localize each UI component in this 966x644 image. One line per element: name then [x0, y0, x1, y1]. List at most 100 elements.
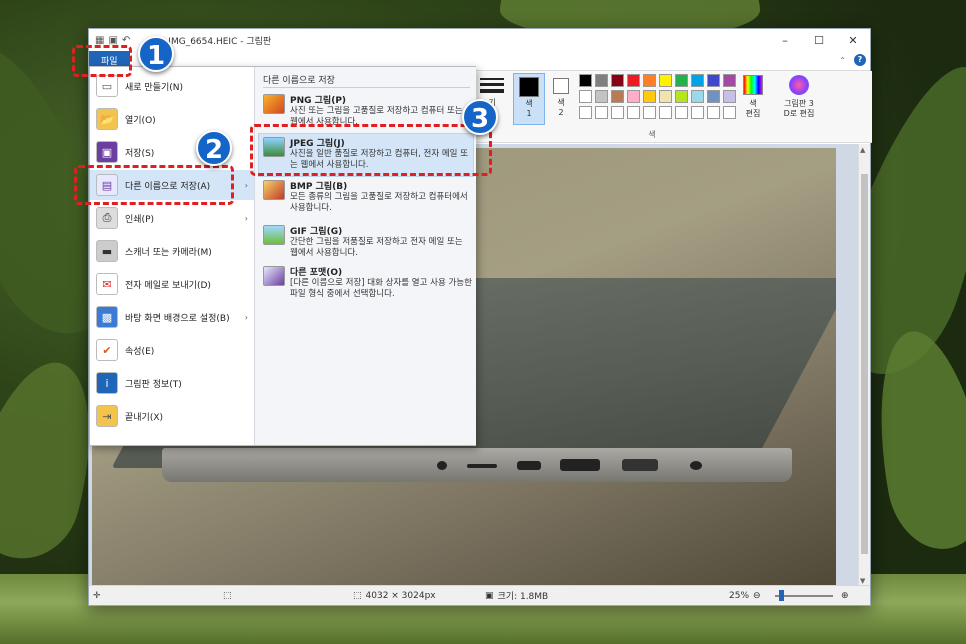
color-group-label: 색 [648, 130, 656, 139]
file-menu-item[interactable]: ▬ 스캐너 또는 카메라(M) [90, 236, 254, 266]
palette-swatch-empty[interactable] [691, 106, 704, 119]
palette-swatch[interactable] [691, 90, 704, 103]
save-as-option-title: 다른 포맷(O) [290, 268, 343, 278]
collapse-ribbon-icon[interactable]: ⌃ [839, 56, 846, 65]
palette-swatch-empty[interactable] [723, 106, 736, 119]
palette-swatch-empty[interactable] [627, 106, 640, 119]
palette-swatch[interactable] [611, 90, 624, 103]
file-menu-item-label: 인쇄(P) [125, 214, 155, 225]
zoom-slider-thumb[interactable] [779, 590, 784, 601]
file-menu-item-label: 저장(S) [125, 148, 155, 159]
port [437, 461, 447, 470]
annotation-box-file-tab [72, 45, 132, 77]
palette-swatch[interactable] [595, 74, 608, 87]
printer-icon: ⎙ [96, 207, 118, 229]
port [622, 459, 658, 471]
file-menu-item[interactable]: i 그림판 정보(T) [90, 368, 254, 398]
palette-swatch[interactable] [595, 90, 608, 103]
divider [263, 87, 470, 88]
palette-swatch[interactable] [579, 74, 592, 87]
minimize-button[interactable]: – [768, 34, 802, 47]
save-as-option-description: [다른 이름으로 저장] 대화 상자를 열고 사용 가능한 파일 형식 중에서 … [290, 278, 472, 299]
scroll-up-icon[interactable]: ▲ [860, 146, 865, 154]
palette-swatch-empty[interactable] [643, 106, 656, 119]
window-title: IMG_6654.HEIC - 그림판 [168, 36, 272, 47]
edit-colors-button[interactable]: 색 편집 [739, 73, 767, 119]
file-menu: ▭ 새로 만들기(N) 📂 열기(O) ▣ 저장(S) ▤ 다른 이름으로 저장(A) › ⎙ 인쇄… [89, 66, 476, 446]
email-icon: ✉ [96, 273, 118, 295]
open-folder-icon: 📂 [96, 108, 118, 130]
file-menu-item[interactable]: ⇥ 끝내기(X) [90, 401, 254, 431]
file-menu-item[interactable]: 📂 열기(O) [90, 104, 254, 134]
scroll-down-icon[interactable]: ▼ [860, 577, 865, 585]
palette-swatch[interactable] [579, 90, 592, 103]
file-menu-item-label: 끝내기(X) [125, 412, 164, 423]
selection-size-icon: ⬚ [223, 590, 232, 601]
color1-label: 색 1 [525, 99, 533, 118]
color1-button[interactable]: 색 1 [513, 73, 545, 125]
save-as-option-text: GIF 그림(G) 간단한 그림을 저품질로 저장하고 전자 메일 또는 웹에서 … [290, 222, 473, 264]
file-size-readout: ▣ 크기: 1.8MB [485, 589, 548, 603]
save-as-option[interactable]: GIF 그림(G) 간단한 그림을 저품질로 저장하고 전자 메일 또는 웹에서 … [259, 222, 473, 264]
file-menu-item-label: 새로 만들기(N) [125, 82, 184, 93]
file-menu-item[interactable]: ▩ 바탕 화면 배경으로 설정(B) › [90, 302, 254, 332]
maximize-button[interactable]: ☐ [802, 34, 836, 47]
image-dimensions: 4032 × 3024px [365, 590, 436, 601]
title-bar: ▦ ▣ ↶ IMG_6654.HEIC - 그림판 – ☐ ✕ [89, 29, 870, 51]
palette-swatch[interactable] [659, 90, 672, 103]
palette-swatch[interactable] [675, 74, 688, 87]
color2-button[interactable]: 색 2 [549, 73, 573, 125]
save-as-option[interactable]: BMP 그림(B) 모든 종류의 그림을 고품질로 저장하고 컴퓨터에서 사용합니… [259, 177, 473, 219]
file-menu-item[interactable]: ✉ 전자 메일로 보내기(D) [90, 269, 254, 299]
palette-swatch[interactable] [627, 90, 640, 103]
palette-swatch-empty[interactable] [675, 106, 688, 119]
annotation-badge-2: 2 [196, 130, 232, 166]
disk-icon: ▣ [485, 590, 494, 601]
file-menu-item-label: 속성(E) [125, 346, 155, 357]
palette-swatch-empty[interactable] [579, 106, 592, 119]
palette-swatch-empty[interactable] [707, 106, 720, 119]
properties-check-icon: ✔ [96, 339, 118, 361]
bmp-image-icon [263, 180, 285, 200]
annotation-badge-3: 3 [462, 99, 498, 135]
palette-swatch[interactable] [643, 90, 656, 103]
save-as-option-title: PNG 그림(P) [290, 96, 347, 106]
palette-swatch-empty[interactable] [595, 106, 608, 119]
file-menu-item-label: 열기(O) [125, 115, 156, 126]
palette-swatch[interactable] [707, 90, 720, 103]
vertical-scrollbar[interactable]: ▲ ▼ [858, 144, 870, 587]
scanner-icon: ▬ [96, 240, 118, 262]
file-menu-item[interactable]: ⎙ 인쇄(P) › [90, 203, 254, 233]
palette-swatch[interactable] [675, 90, 688, 103]
zoom-in-icon[interactable]: ⊕ [841, 591, 849, 601]
palette-swatch[interactable] [691, 74, 704, 87]
port [467, 464, 497, 468]
palette-swatch[interactable] [723, 90, 736, 103]
palette-swatch[interactable] [723, 74, 736, 87]
image-size-icon: ⬚ [353, 590, 362, 601]
color2-label: 색 2 [557, 98, 565, 117]
scroll-thumb[interactable] [861, 174, 868, 554]
palette-swatch-empty[interactable] [659, 106, 672, 119]
save-icon[interactable]: ▣ [108, 35, 117, 46]
palette-swatch[interactable] [707, 74, 720, 87]
save-as-option-description: 간단한 그림을 저품질로 저장하고 전자 메일 또는 웹에서 사용합니다. [290, 237, 463, 258]
paint3d-button[interactable]: 그림판 3 D로 편집 [777, 73, 821, 119]
close-button[interactable]: ✕ [836, 34, 870, 47]
other-format-icon [263, 266, 285, 286]
save-as-option[interactable]: 다른 포맷(O) [다른 이름으로 저장] 대화 상자를 열고 사용 가능한 파일… [259, 263, 473, 305]
save-as-option-title: BMP 그림(B) [290, 182, 348, 192]
quick-access-toolbar: ▦ ▣ ↶ [89, 35, 130, 46]
palette-swatch[interactable] [611, 74, 624, 87]
file-menu-item[interactable]: ✔ 속성(E) [90, 335, 254, 365]
palette-swatch[interactable] [659, 74, 672, 87]
cursor-position-icon: ✛ [93, 590, 101, 601]
palette-swatch-empty[interactable] [611, 106, 624, 119]
help-icon[interactable]: ? [854, 54, 866, 66]
palette-swatch[interactable] [643, 74, 656, 87]
palette-swatch[interactable] [627, 74, 640, 87]
desktop-background-icon: ▩ [96, 306, 118, 328]
file-menu-item-label: 그림판 정보(T) [125, 379, 182, 390]
undo-icon[interactable]: ↶ [122, 35, 130, 46]
zoom-out-icon[interactable]: ⊖ [753, 591, 761, 601]
